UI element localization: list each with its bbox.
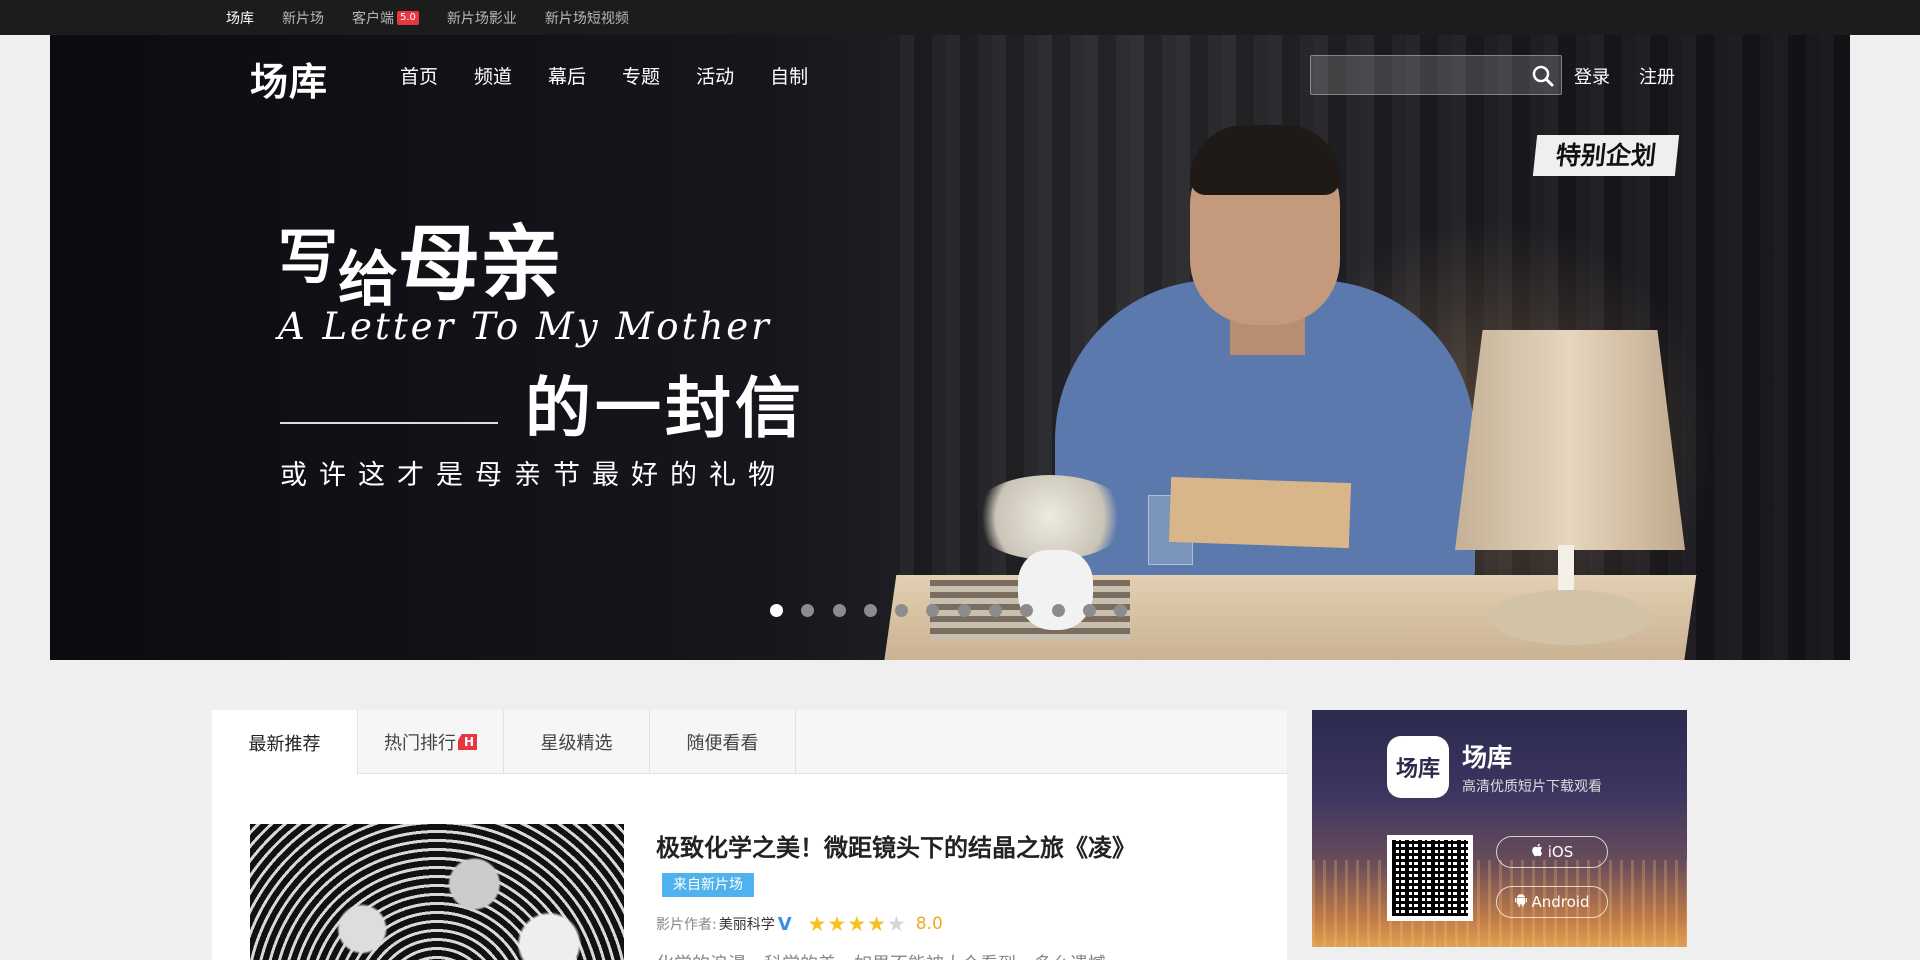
- author-name[interactable]: 美丽科学: [719, 914, 775, 934]
- rating-stars: ★ ★ ★ ★ ★: [808, 912, 907, 936]
- menu-item-events[interactable]: 活动: [696, 62, 734, 89]
- qr-pattern: [1392, 840, 1468, 916]
- qr-code: [1387, 835, 1473, 921]
- hero-subtitle: 或许这才是母亲节最好的礼物: [280, 460, 787, 491]
- android-label: Android: [1531, 893, 1590, 911]
- top-utility-bar: 场库 新片场 客户端 5.0 新片场影业 新片场短视频: [0, 0, 1920, 35]
- main-menu: 首页 频道 幕后 专题 活动 自制: [400, 62, 844, 89]
- carousel-dot[interactable]: [1082, 604, 1096, 617]
- content-tabs: 最新推荐 热门排行 H 星级精选 随便看看: [212, 710, 1287, 775]
- star-icon: ★: [886, 912, 906, 936]
- hero-person-hair: [1190, 125, 1340, 195]
- star-icon: ★: [807, 912, 827, 936]
- app-name: 场库: [1462, 743, 1513, 772]
- top-link-studio[interactable]: 新片场影业: [447, 8, 517, 28]
- star-icon: ★: [847, 912, 867, 936]
- hero-title-line2: 的一封信: [525, 369, 805, 447]
- version-badge: 5.0: [397, 10, 419, 25]
- star-icon: ★: [867, 912, 886, 936]
- tab-star-picks[interactable]: 星级精选: [504, 710, 650, 774]
- hero-banner[interactable]: 场库 首页 频道 幕后 专题 活动 自制 登录 注册 特别企划 写给母亲 A L…: [50, 35, 1850, 660]
- top-link-changku[interactable]: 场库: [226, 8, 254, 28]
- tab-label: 最新推荐: [248, 733, 321, 755]
- content-panel: 最新推荐 热门排行 H 星级精选 随便看看 极致化学之美！微距镜头下的结晶之旅《凌…: [212, 710, 1287, 960]
- login-link[interactable]: 登录: [1574, 63, 1610, 89]
- carousel-dots: [770, 604, 1146, 617]
- site-logo[interactable]: 场库: [250, 51, 328, 106]
- carousel-dot[interactable]: [989, 604, 1003, 617]
- carousel-dot[interactable]: [801, 604, 815, 617]
- tab-label: 星级精选: [540, 733, 613, 754]
- hero-title-word: 母亲: [398, 216, 563, 312]
- carousel-dot[interactable]: [1051, 604, 1065, 617]
- top-link-label: 客户端: [352, 10, 394, 27]
- rating-score: 8.0: [915, 914, 943, 934]
- tab-label: 随便看看: [686, 733, 759, 754]
- top-link-label: 新片场: [282, 10, 324, 27]
- app-download-ad[interactable]: 场库 场库 高清优质短片下载观看 iOS Android: [1312, 710, 1687, 947]
- hero-lamp-base: [1490, 590, 1650, 645]
- hero-lampshade: [1455, 330, 1685, 550]
- top-link-label: 新片场影业: [446, 10, 517, 27]
- menu-item-home[interactable]: 首页: [400, 62, 438, 89]
- hot-badge: H: [457, 734, 478, 750]
- carousel-dot[interactable]: [1020, 604, 1034, 617]
- search-box: [1310, 55, 1562, 95]
- menu-item-topics[interactable]: 专题: [622, 62, 660, 89]
- menu-item-originals[interactable]: 自制: [770, 62, 808, 89]
- hero-lamp-stem: [1558, 545, 1574, 595]
- menu-item-channel[interactable]: 频道: [474, 62, 512, 89]
- hero-title-divider: [280, 422, 498, 424]
- hero-title-english: A Letter To My Mother: [278, 305, 772, 348]
- video-title[interactable]: 极致化学之美！微距镜头下的结晶之旅《凌》: [656, 828, 1136, 863]
- menu-item-behind-scenes[interactable]: 幕后: [548, 62, 586, 89]
- top-link-client[interactable]: 客户端 5.0: [352, 8, 419, 28]
- verified-icon: V: [777, 913, 792, 935]
- app-description: 高清优质短片下载观看: [1462, 779, 1602, 795]
- android-download-button[interactable]: Android: [1496, 886, 1608, 918]
- tab-random[interactable]: 随便看看: [650, 710, 796, 774]
- carousel-dot[interactable]: [863, 604, 877, 617]
- tab-label: 热门排行: [383, 733, 456, 754]
- search-input[interactable]: [1311, 56, 1516, 94]
- video-description: 化学的浪漫，科学的美，如果不能被大众看到，多么遗憾: [656, 950, 1106, 960]
- hero-title-char: 写: [278, 223, 338, 293]
- app-logo-icon: 场库: [1387, 736, 1449, 798]
- carousel-dot[interactable]: [895, 604, 909, 617]
- hero-title-line1: 写给母亲: [278, 183, 562, 315]
- ios-download-button[interactable]: iOS: [1496, 836, 1608, 868]
- ios-label: iOS: [1547, 843, 1574, 861]
- special-feature-tag: 特别企划: [1532, 135, 1680, 176]
- hero-vase: [1018, 550, 1093, 630]
- top-link-xinpianchang[interactable]: 新片场: [282, 8, 324, 28]
- search-icon[interactable]: [1531, 64, 1555, 88]
- author-label: 影片作者:: [656, 917, 717, 933]
- source-tag: 来自新片场: [662, 873, 754, 897]
- register-link[interactable]: 注册: [1639, 63, 1675, 89]
- star-icon: ★: [827, 912, 847, 936]
- tab-hot-ranking[interactable]: 热门排行 H: [358, 710, 504, 774]
- tab-latest[interactable]: 最新推荐: [212, 710, 358, 775]
- top-link-label: 新片场短视频: [544, 10, 629, 27]
- carousel-dot[interactable]: [957, 604, 971, 617]
- top-link-label: 场库: [226, 10, 254, 27]
- hero-letter-paper: [1168, 476, 1352, 549]
- hero-flowers: [970, 475, 1130, 560]
- carousel-dot[interactable]: [926, 604, 940, 617]
- top-links: 场库 新片场 客户端 5.0 新片场影业 新片场短视频: [226, 0, 657, 35]
- video-meta-row: 影片作者: 美丽科学 V ★ ★ ★ ★ ★ 8.0: [656, 912, 943, 936]
- android-icon: [1514, 893, 1527, 911]
- carousel-dot[interactable]: [832, 604, 846, 617]
- carousel-dot[interactable]: [770, 604, 783, 617]
- carousel-dot[interactable]: [1114, 604, 1128, 617]
- main-nav: 场库 首页 频道 幕后 专题 活动 自制 登录 注册: [50, 35, 1850, 115]
- apple-icon: [1531, 843, 1543, 861]
- top-link-short-video[interactable]: 新片场短视频: [545, 8, 629, 28]
- video-thumbnail[interactable]: [250, 824, 624, 960]
